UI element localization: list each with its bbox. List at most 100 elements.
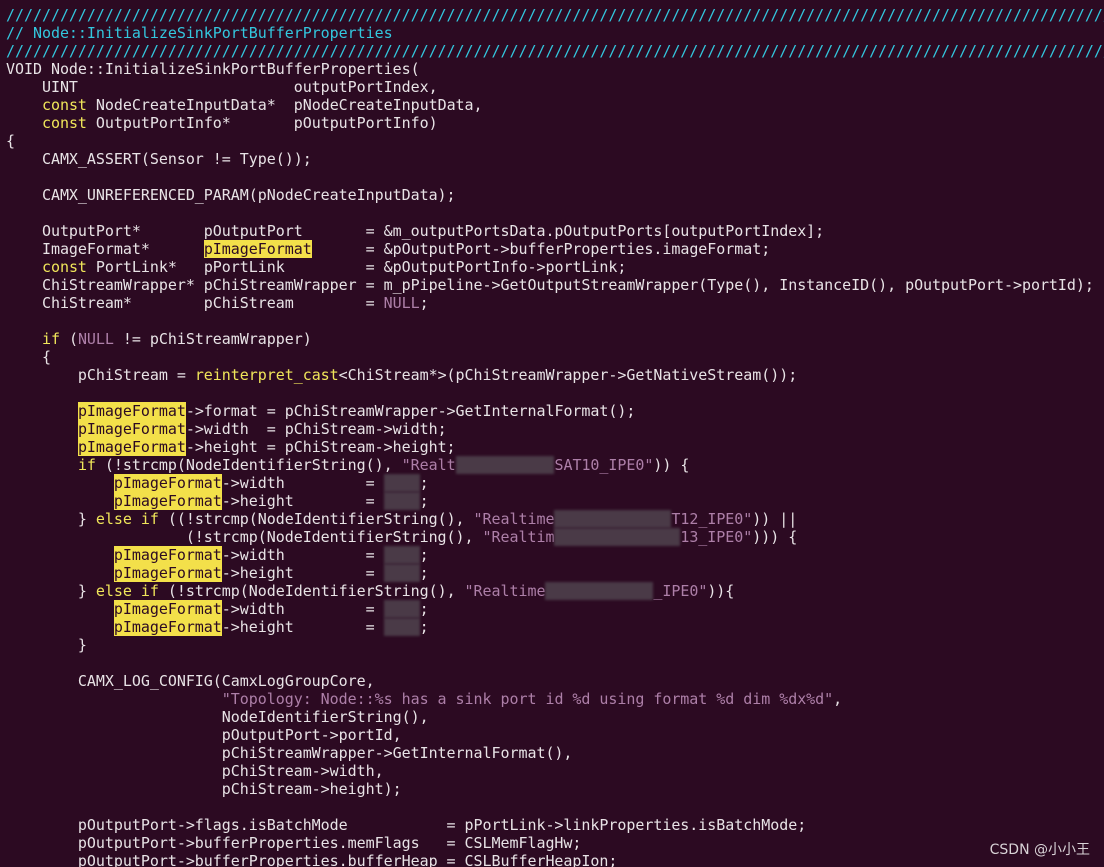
code-token: } <box>6 636 87 654</box>
code-editor[interactable]: ////////////////////////////////////////… <box>0 0 1104 867</box>
code-line: pOutputPort->bufferProperties.memFlags =… <box>6 834 1104 852</box>
code-line: CAMX_UNREFERENCED_PARAM(pNodeCreateInput… <box>6 186 1104 204</box>
code-line: OutputPort* pOutputPort = &m_outputPorts… <box>6 222 1104 240</box>
code-token: pChiStreamWrapper->GetInternalFormat(), <box>6 744 573 762</box>
code-token: )){ <box>707 582 735 600</box>
code-token: ; <box>419 474 429 492</box>
code-token: = &pOutputPort->bufferProperties.imageFo… <box>311 240 771 258</box>
code-token: (!strcmp(NodeIdentifierString(), <box>95 456 402 474</box>
code-line: const NodeCreateInputData* pNodeCreateIn… <box>6 96 1104 114</box>
string-token: SAT10_IPE0" <box>554 456 654 474</box>
redacted-token <box>383 492 420 510</box>
code-token: VOID Node::InitializeSinkPortBufferPrope… <box>6 60 420 78</box>
highlighted-token: pImageFormat <box>77 402 186 420</box>
string-token: "Realtime <box>473 510 555 528</box>
code-token: CAMX_LOG_CONFIG(CamxLogGroupCore, <box>6 672 375 690</box>
code-line: pChiStream->width, <box>6 762 1104 780</box>
code-line: pImageFormat->height = ; <box>6 618 1104 636</box>
keyword-token: const <box>41 258 87 276</box>
code-line: pChiStream = reinterpret_cast<ChiStream*… <box>6 366 1104 384</box>
code-token: OutputPort* pOutputPort = &m_outputPorts… <box>6 222 825 240</box>
code-token: ))) { <box>752 528 798 546</box>
keyword-token: const <box>41 96 87 114</box>
code-token: pChiStream = <box>6 366 195 384</box>
highlighted-token: pImageFormat <box>113 546 222 564</box>
code-token: ->width = pChiStream->width; <box>185 420 447 438</box>
highlighted-token: pImageFormat <box>77 438 186 456</box>
null-token: NULL <box>383 294 420 312</box>
code-line: pImageFormat->height = ; <box>6 564 1104 582</box>
code-line: pChiStream->height); <box>6 780 1104 798</box>
code-line: } <box>6 636 1104 654</box>
code-line: pChiStreamWrapper->GetInternalFormat(), <box>6 744 1104 762</box>
code-line: pImageFormat->width = ; <box>6 474 1104 492</box>
code-line: pOutputPort->portId, <box>6 726 1104 744</box>
code-token: PortLink* pPortLink = &pOutputPortInfo->… <box>86 258 627 276</box>
code-token: NodeCreateInputData* pNodeCreateInputDat… <box>86 96 483 114</box>
code-token: ; <box>419 546 429 564</box>
code-token: pChiStream->height); <box>6 780 402 798</box>
code-token: pOutputPort->bufferProperties.memFlags =… <box>6 834 582 852</box>
code-line: if (!strcmp(NodeIdentifierString(), "Rea… <box>6 456 1104 474</box>
code-line: "Topology: Node::%s has a sink port id %… <box>6 690 1104 708</box>
code-line: pOutputPort->flags.isBatchMode = pPortLi… <box>6 816 1104 834</box>
code-token: ->height = <box>221 564 384 582</box>
string-token: "Topology: Node::%s has a sink port id %… <box>221 690 834 708</box>
code-line: pImageFormat->height = pChiStream->heigh… <box>6 438 1104 456</box>
code-token: ; <box>419 564 429 582</box>
redacted-token <box>383 474 420 492</box>
code-token: UINT outputPortIndex, <box>6 78 438 96</box>
code-token: ImageFormat* <box>6 240 204 258</box>
code-token: ->width = <box>221 546 384 564</box>
keyword-token: if <box>41 330 60 348</box>
highlighted-token: pImageFormat <box>113 474 222 492</box>
code-token: pOutputPort->flags.isBatchMode = pPortLi… <box>6 816 807 834</box>
string-token: "Realtime <box>464 582 546 600</box>
code-token: ->height = pChiStream->height; <box>185 438 456 456</box>
keyword-token: const <box>41 114 87 132</box>
code-line: pOutputPort->bufferProperties.bufferHeap… <box>6 852 1104 867</box>
redacted-token <box>383 600 420 618</box>
highlighted-token: pImageFormat <box>113 492 222 510</box>
code-line: pImageFormat->width = pChiStream->width; <box>6 420 1104 438</box>
keyword-token: reinterpret_cast <box>194 366 339 384</box>
code-line: { <box>6 348 1104 366</box>
watermark: CSDN @小小王 <box>989 842 1090 858</box>
code-token: <ChiStream*>(pChiStreamWrapper->GetNativ… <box>338 366 798 384</box>
code-token: , <box>833 690 843 708</box>
code-view[interactable]: ////////////////////////////////////////… <box>6 6 1104 867</box>
code-token: ->format = pChiStreamWrapper->GetInterna… <box>185 402 636 420</box>
code-line: ////////////////////////////////////////… <box>6 6 1104 24</box>
code-line: ////////////////////////////////////////… <box>6 42 1104 60</box>
redacted-token <box>554 528 681 546</box>
highlighted-token: pImageFormat <box>113 564 222 582</box>
string-token: T12_IPE0" <box>671 510 753 528</box>
highlighted-token: pImageFormat <box>203 240 312 258</box>
redacted-token <box>383 618 420 636</box>
code-token: (!strcmp(NodeIdentifierString(), <box>158 582 465 600</box>
code-token: CAMX_UNREFERENCED_PARAM(pNodeCreateInput… <box>6 186 456 204</box>
code-line: ChiStreamWrapper* pChiStreamWrapper = m_… <box>6 276 1104 294</box>
code-line: pImageFormat->height = ; <box>6 492 1104 510</box>
keyword-token: else if <box>95 582 159 600</box>
code-token: { <box>6 348 51 366</box>
keyword-token: else if <box>95 510 159 528</box>
code-line: CAMX_LOG_CONFIG(CamxLogGroupCore, <box>6 672 1104 690</box>
code-line: ImageFormat* pImageFormat = &pOutputPort… <box>6 240 1104 258</box>
highlighted-token: pImageFormat <box>113 618 222 636</box>
code-token: } <box>6 582 96 600</box>
comment-token: // Node::InitializeSinkPortBufferPropert… <box>6 24 393 42</box>
